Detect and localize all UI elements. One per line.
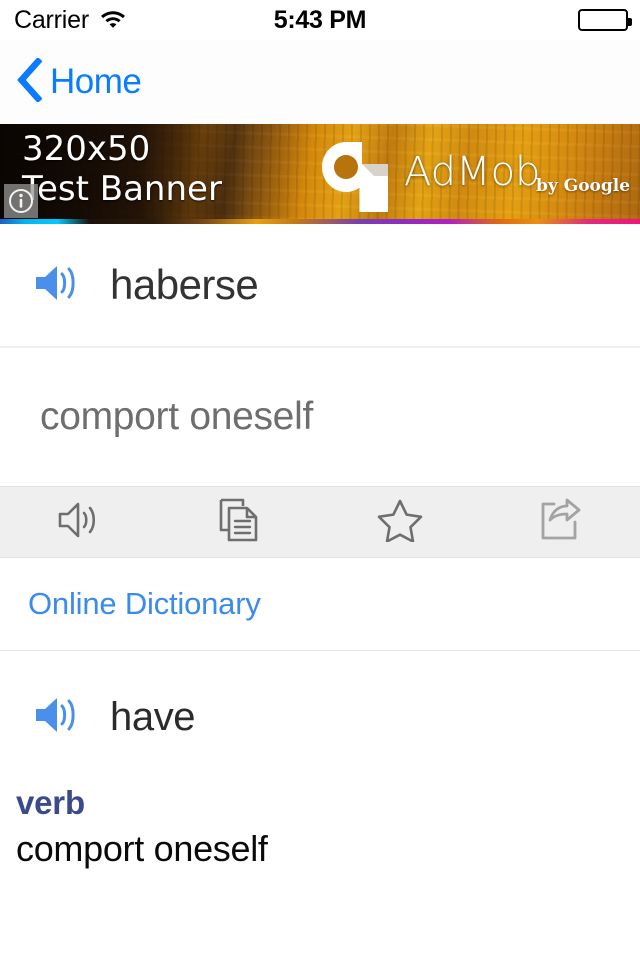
headword-row[interactable]: haberse: [0, 224, 640, 346]
ad-banner[interactable]: 320x50 Test Banner AdMob by Google: [0, 124, 640, 224]
copy-icon: [219, 498, 261, 547]
status-bar: Carrier 5:43 PM: [0, 0, 640, 40]
ad-banner-color-stripe: [0, 219, 640, 224]
online-dictionary-row[interactable]: Online Dictionary: [0, 558, 640, 650]
share-icon: [538, 498, 582, 547]
app-screen: Carrier 5:43 PM Home 320x50 Test Banner …: [0, 0, 640, 960]
status-bar-right: [578, 9, 632, 31]
speaker-icon[interactable]: [34, 695, 82, 740]
speaker-outline-icon: [57, 499, 103, 546]
favorite-button[interactable]: [320, 487, 480, 557]
status-bar-clock: 5:43 PM: [273, 5, 367, 34]
star-outline-icon: [377, 498, 423, 547]
ad-banner-size-label: 320x50: [22, 129, 151, 169]
ad-banner-title: 320x50 Test Banner: [22, 130, 222, 208]
action-toolbar: [0, 486, 640, 558]
ad-banner-subtitle: Test Banner: [22, 169, 222, 209]
ad-brand-label: AdMob: [404, 149, 541, 195]
part-of-speech-label: verb: [16, 784, 85, 821]
definition-word-row[interactable]: have: [0, 651, 640, 740]
headword-label: haberse: [110, 261, 259, 308]
navigation-bar: Home: [0, 40, 640, 124]
share-button[interactable]: [480, 487, 640, 557]
meaning-row: comport oneself: [0, 348, 640, 486]
speak-button[interactable]: [0, 487, 160, 557]
definition-block: verb comport oneself: [0, 740, 640, 870]
admob-logo-icon: [322, 142, 388, 212]
online-dictionary-link[interactable]: Online Dictionary: [28, 586, 261, 622]
speaker-icon[interactable]: [34, 263, 82, 308]
back-button[interactable]: Home: [16, 56, 142, 107]
definition-text: comport oneself: [16, 828, 268, 869]
info-icon[interactable]: [4, 184, 38, 218]
meaning-label: comport oneself: [40, 395, 313, 438]
battery-full-icon: [578, 9, 632, 31]
definition-word-label: have: [110, 695, 196, 739]
back-button-label: Home: [50, 62, 142, 101]
copy-button[interactable]: [160, 487, 320, 557]
ad-brand-sub-label: by Google: [536, 176, 631, 196]
chevron-left-icon: [16, 56, 43, 107]
